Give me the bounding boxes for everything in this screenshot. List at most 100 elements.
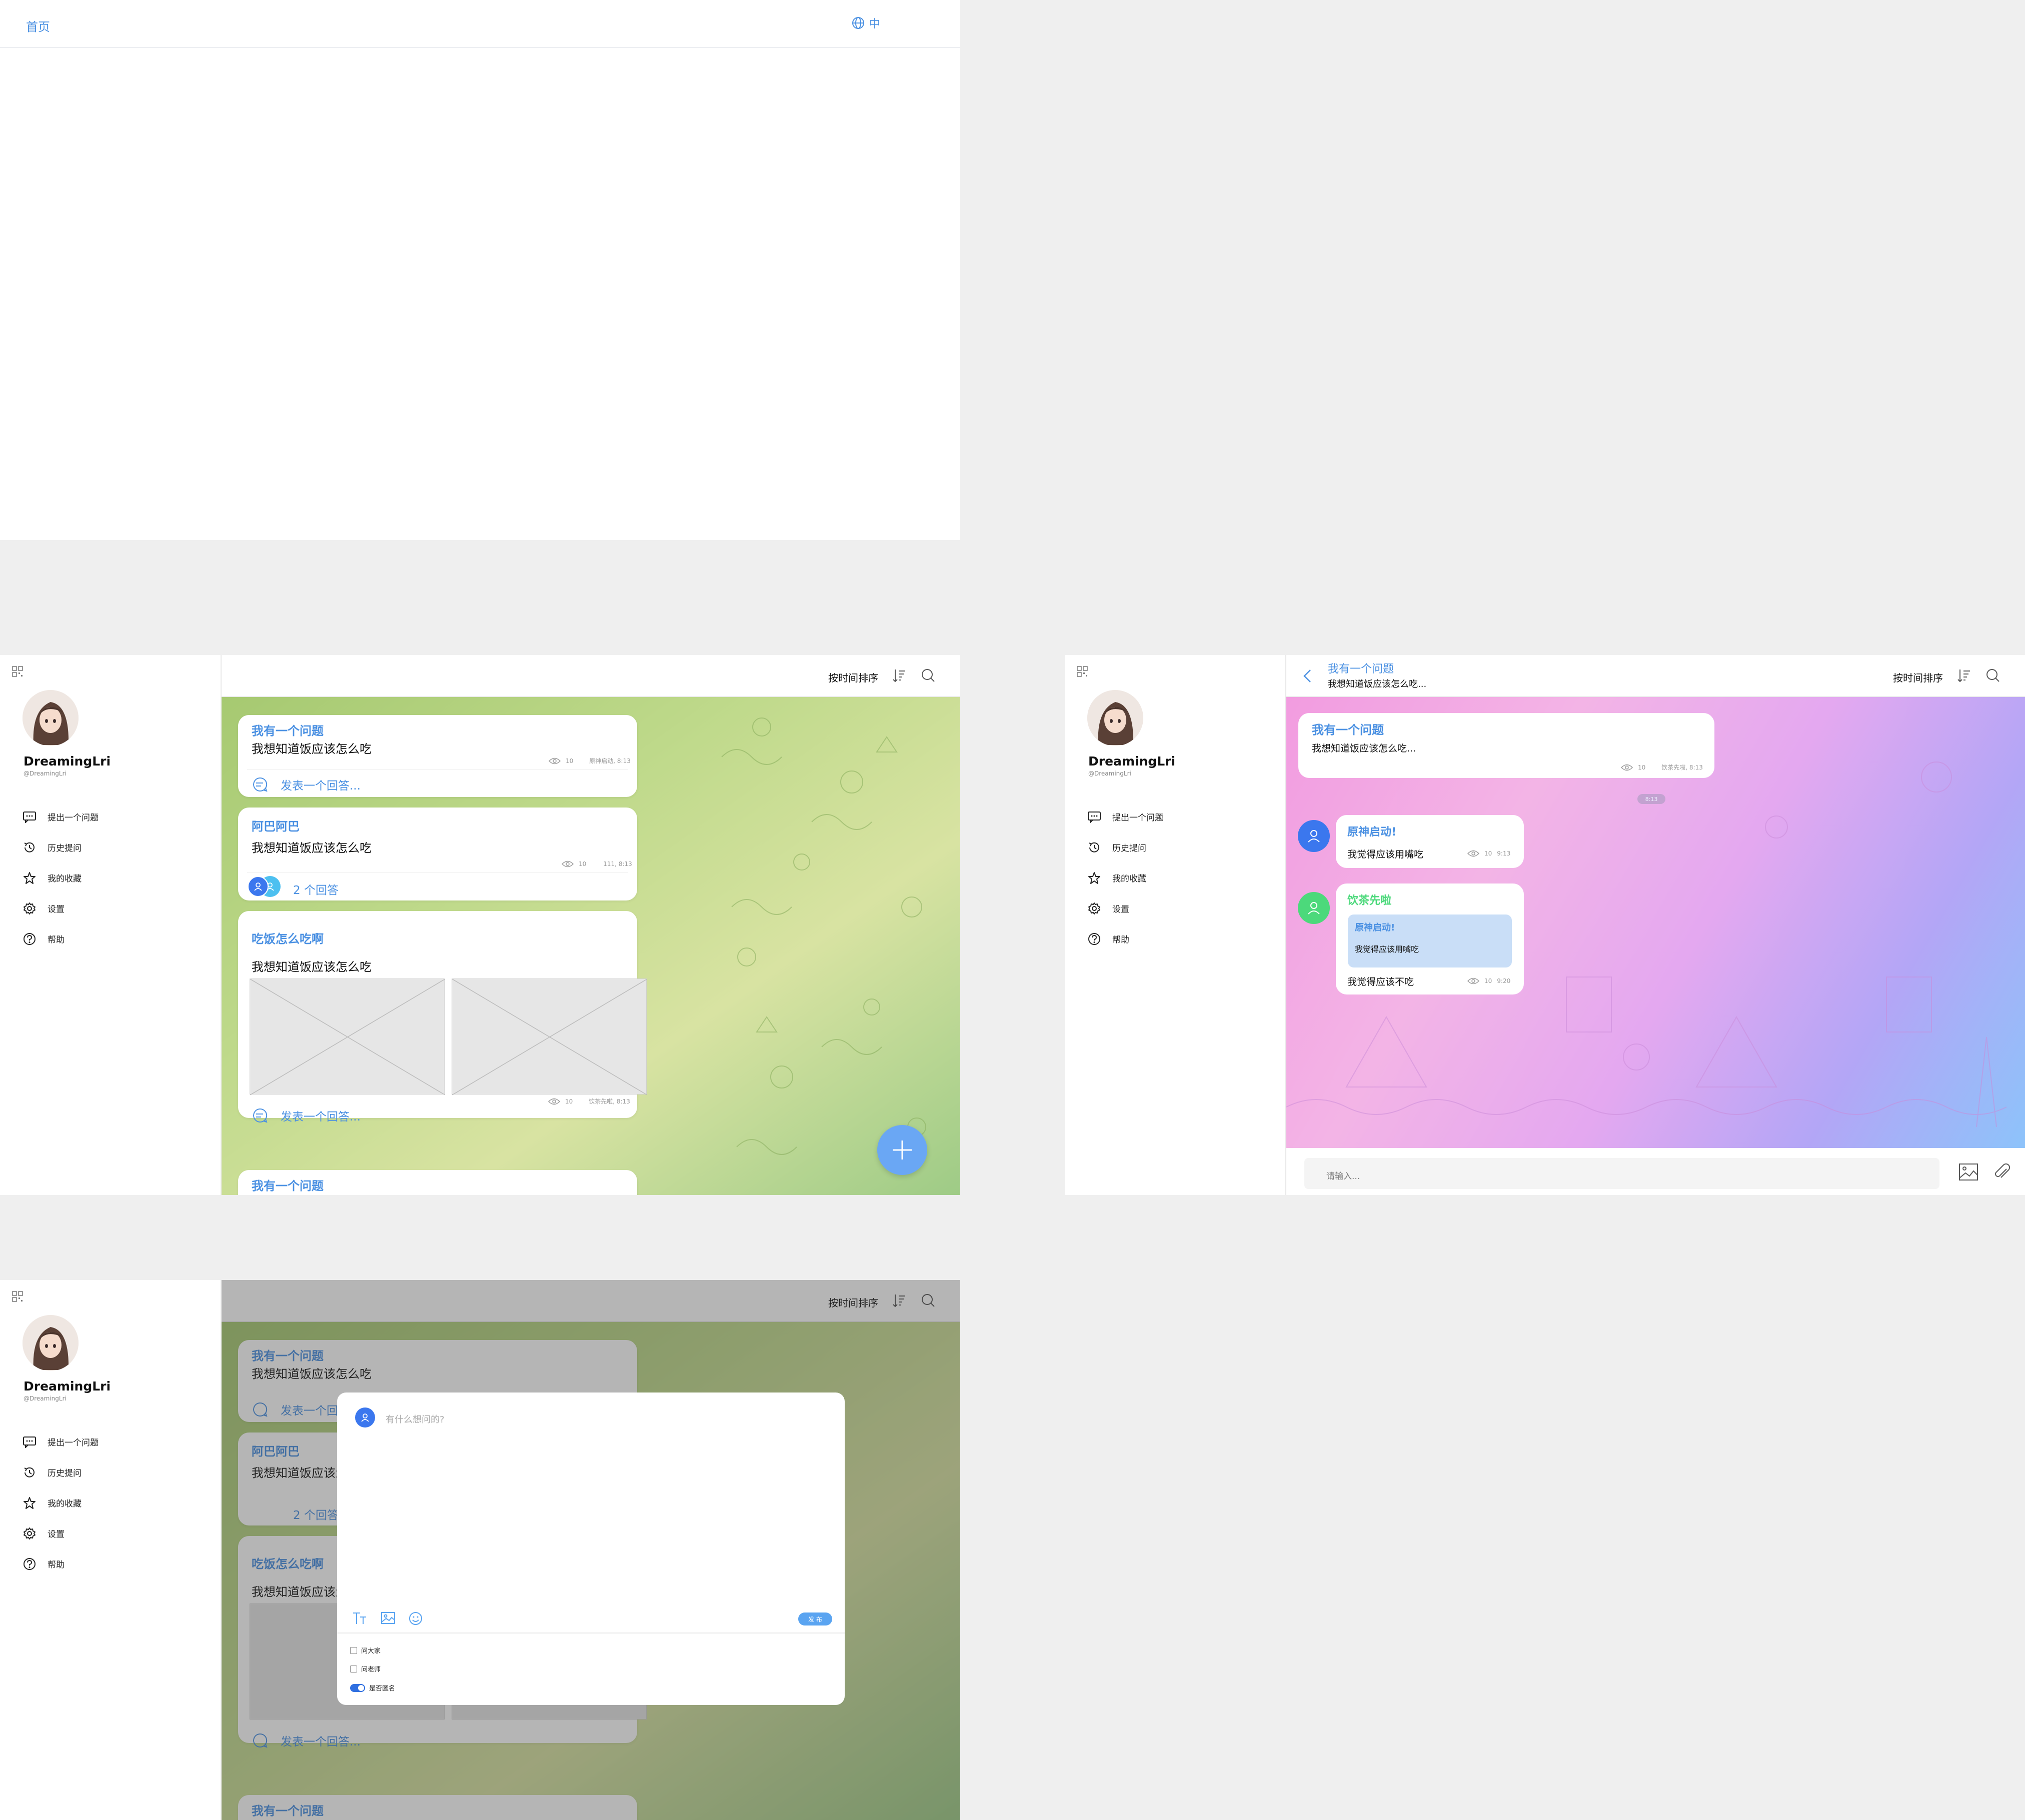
sidebar-item-settings[interactable]: 设置 bbox=[1087, 893, 1163, 924]
user-handle: @DreamingLri bbox=[1088, 770, 1131, 777]
reply-link[interactable]: 发表一个回答... bbox=[252, 1107, 361, 1124]
star-icon bbox=[23, 1496, 48, 1510]
question-body: 我想知道饭应该怎么吃 bbox=[252, 960, 372, 974]
question-title[interactable]: 吃饭怎么吃啊 bbox=[252, 929, 324, 946]
gear-icon bbox=[23, 902, 48, 916]
sidebar-item-label: 帮助 bbox=[1112, 935, 1129, 945]
user-name: DreamingLri bbox=[24, 754, 111, 768]
answer-meta: 10 9:20 bbox=[1467, 978, 1510, 984]
sidebar-item-label: 历史提问 bbox=[48, 844, 82, 854]
sidebar-item-history[interactable]: 历史提问 bbox=[23, 832, 99, 862]
avatar[interactable] bbox=[1087, 690, 1143, 746]
option-anonymous[interactable]: 是否匿名 bbox=[350, 1683, 395, 1692]
view-count: 10 bbox=[579, 860, 587, 868]
checkbox[interactable] bbox=[350, 1665, 357, 1672]
thread-frame: DreamingLri @DreamingLri 提出一个问题 历史提问 我的收… bbox=[1065, 655, 2025, 1195]
option-ask-everyone[interactable]: 问大家 bbox=[350, 1646, 381, 1655]
reply-input[interactable]: 请输入... bbox=[1304, 1158, 1939, 1189]
sidebar-item-ask[interactable]: 提出一个问题 bbox=[23, 1426, 99, 1457]
image-placeholder[interactable] bbox=[250, 978, 445, 1095]
grid-menu-icon[interactable] bbox=[1077, 666, 1089, 678]
nav-home-link[interactable]: 首页 bbox=[26, 17, 50, 34]
sort-label[interactable]: 按时间排序 bbox=[828, 670, 878, 684]
answerer-avatars bbox=[248, 876, 283, 898]
question-title[interactable]: 阿巴阿巴 bbox=[252, 816, 300, 834]
star-icon bbox=[23, 871, 48, 885]
sidebar-item-help[interactable]: 帮助 bbox=[1087, 924, 1163, 954]
home-frame: 首页 中 bbox=[0, 0, 960, 540]
question-card[interactable]: 我有一个问题 我想知道饭应该怎么吃 10 原神启动, 8:13 发表一个回答..… bbox=[238, 715, 637, 797]
image-icon[interactable] bbox=[381, 1612, 395, 1624]
sidebar-item-favorites[interactable]: 我的收藏 bbox=[23, 862, 99, 893]
sidebar-item-settings[interactable]: 设置 bbox=[23, 893, 99, 924]
attachment-icon[interactable] bbox=[1992, 1162, 2012, 1182]
answer-avatar[interactable] bbox=[1298, 820, 1330, 852]
question-title[interactable]: 我有一个问题 bbox=[252, 1176, 324, 1194]
text-format-icon[interactable] bbox=[352, 1611, 368, 1625]
help-icon bbox=[23, 932, 48, 946]
anonymous-toggle[interactable] bbox=[350, 1684, 365, 1692]
quote-body: 我觉得应该用嘴吃 bbox=[1355, 944, 1419, 954]
feed-toolbar: 按时间排序 bbox=[222, 655, 960, 697]
message-icon bbox=[23, 811, 48, 823]
thread-toolbar: 我有一个问题 我想知道饭应该怎么吃... 按时间排序 bbox=[1286, 655, 2025, 697]
avatar[interactable] bbox=[23, 1315, 79, 1371]
image-icon[interactable] bbox=[1958, 1163, 1978, 1181]
sidebar-item-label: 我的收藏 bbox=[1112, 874, 1146, 884]
search-icon[interactable] bbox=[921, 668, 936, 683]
answer-author[interactable]: 原神启动! bbox=[1347, 823, 1396, 839]
back-icon[interactable] bbox=[1301, 667, 1313, 685]
user-icon bbox=[248, 876, 269, 897]
language-switch[interactable]: 中 bbox=[851, 15, 880, 31]
user-name: DreamingLri bbox=[24, 1379, 111, 1394]
add-question-button[interactable] bbox=[877, 1125, 927, 1175]
sidebar-item-label: 历史提问 bbox=[1112, 844, 1146, 854]
eye-icon bbox=[562, 860, 574, 868]
question-body: 我想知道饭应该怎么吃 bbox=[252, 742, 372, 756]
sidebar-item-label: 历史提问 bbox=[48, 1468, 82, 1478]
quoted-answer[interactable]: 原神启动! 我觉得应该用嘴吃 bbox=[1348, 914, 1512, 968]
sidebar-item-favorites[interactable]: 我的收藏 bbox=[23, 1488, 99, 1518]
user-icon bbox=[360, 1412, 370, 1422]
publish-button[interactable]: 发 布 bbox=[798, 1612, 832, 1626]
view-count: 10 bbox=[1484, 850, 1492, 857]
image-placeholder[interactable] bbox=[452, 978, 647, 1095]
grid-menu-icon[interactable] bbox=[12, 1291, 24, 1303]
sidebar-item-settings[interactable]: 设置 bbox=[23, 1518, 99, 1548]
sidebar-item-favorites[interactable]: 我的收藏 bbox=[1087, 862, 1163, 893]
globe-icon bbox=[851, 16, 865, 30]
search-icon[interactable] bbox=[1985, 668, 2000, 683]
question-input[interactable]: 有什么想问的? bbox=[386, 1412, 445, 1426]
user-name: DreamingLri bbox=[1088, 754, 1176, 768]
sidebar-item-ask[interactable]: 提出一个问题 bbox=[1087, 802, 1163, 832]
sidebar-item-ask[interactable]: 提出一个问题 bbox=[23, 802, 99, 832]
answer-count[interactable]: 2 个回答 bbox=[293, 880, 339, 898]
sort-label[interactable]: 按时间排序 bbox=[1893, 670, 1943, 684]
question-title[interactable]: 我有一个问题 bbox=[252, 721, 324, 738]
sidebar-item-label: 提出一个问题 bbox=[48, 813, 99, 823]
option-ask-teacher[interactable]: 问老师 bbox=[350, 1664, 381, 1674]
checkbox[interactable] bbox=[350, 1646, 357, 1654]
sort-icon[interactable] bbox=[1956, 668, 1971, 683]
reply-link[interactable]: 发表一个回答... bbox=[252, 776, 361, 793]
avatar[interactable] bbox=[23, 690, 79, 746]
sidebar-menu: 提出一个问题 历史提问 我的收藏 设置 帮助 bbox=[1087, 802, 1163, 954]
option-label: 问大家 bbox=[361, 1648, 381, 1655]
emoji-icon[interactable] bbox=[409, 1612, 423, 1626]
gear-icon bbox=[1087, 902, 1112, 916]
answer-avatar[interactable] bbox=[1298, 892, 1330, 924]
sort-icon[interactable] bbox=[892, 668, 907, 683]
question-card[interactable]: 吃饭怎么吃啊 我想知道饭应该怎么吃 10 饮茶先啦, 8:13 发表一个回答..… bbox=[238, 911, 647, 1124]
thread-subtitle: 我想知道饭应该怎么吃... bbox=[1328, 679, 1427, 690]
sidebar-item-history[interactable]: 历史提问 bbox=[1087, 832, 1163, 862]
question-card[interactable]: 阿巴阿巴 我想知道饭应该怎么吃 10 111, 8:13 2 个回答 bbox=[238, 808, 637, 900]
star-icon bbox=[1087, 871, 1112, 885]
answer-author[interactable]: 饮茶先啦 bbox=[1347, 892, 1391, 908]
sidebar-item-help[interactable]: 帮助 bbox=[23, 924, 99, 954]
question-card[interactable]: 我有一个问题 bbox=[238, 1170, 637, 1195]
question-author-time: 饮茶先啦, 8:13 bbox=[589, 1098, 630, 1105]
grid-menu-icon[interactable] bbox=[12, 666, 24, 678]
divider bbox=[247, 769, 628, 770]
sidebar-item-history[interactable]: 历史提问 bbox=[23, 1457, 99, 1488]
sidebar-item-help[interactable]: 帮助 bbox=[23, 1548, 99, 1579]
